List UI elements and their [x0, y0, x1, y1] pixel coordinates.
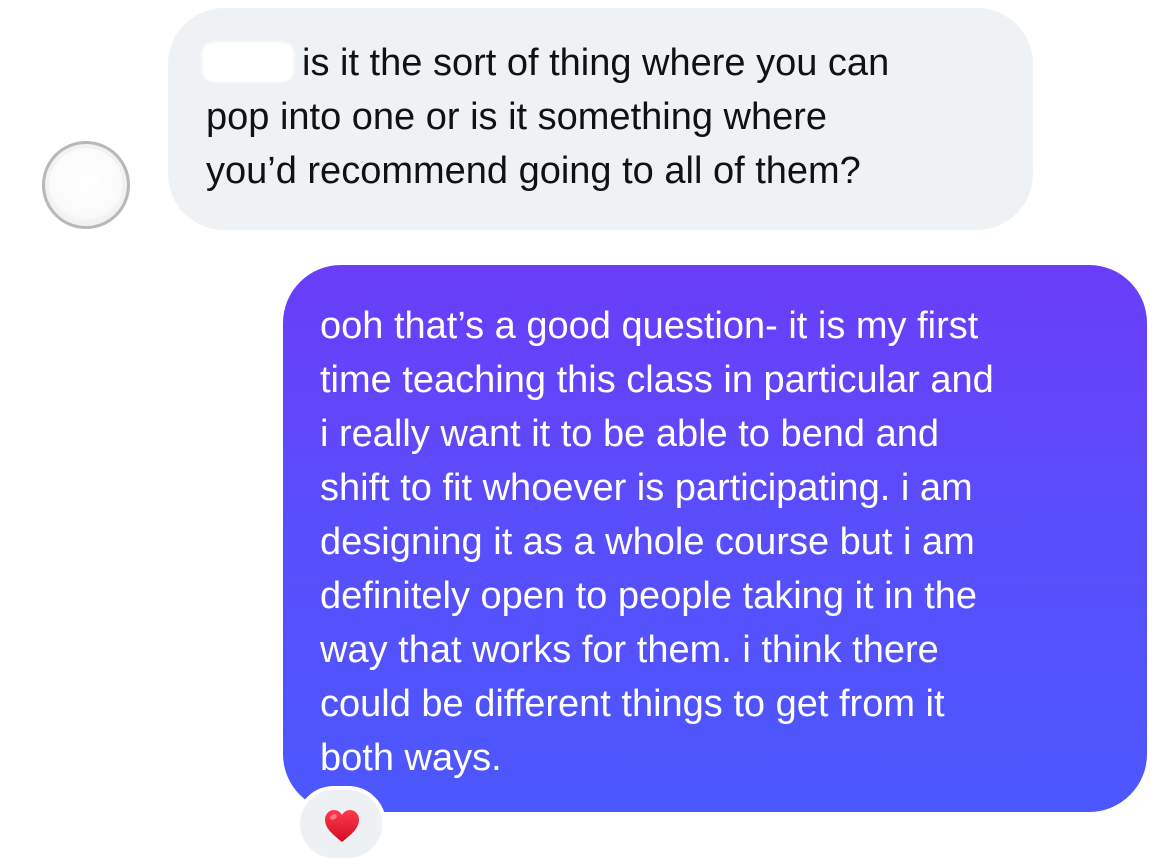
outgoing-line-5: designing it as a whole course but i am — [320, 521, 975, 563]
incoming-line-3: you’d recommend going to all of them? — [206, 150, 861, 192]
outgoing-line-8: could be different things to get from it — [320, 683, 945, 725]
outgoing-line-7: way that works for them. i think there — [320, 629, 939, 671]
sender-avatar[interactable] — [42, 141, 130, 229]
heart-icon — [325, 810, 359, 842]
outgoing-line-4: shift to fit whoever is participating. i… — [320, 467, 973, 509]
incoming-message-text: is it the sort of thing where you can po… — [206, 36, 1006, 198]
outgoing-line-1: ooh that’s a good question- it is my fir… — [320, 305, 979, 347]
outgoing-line-2: time teaching this class in particular a… — [320, 359, 994, 401]
outgoing-line-6: definitely open to people taking it in t… — [320, 575, 978, 617]
outgoing-line-3: i really want it to be able to bend and — [320, 413, 939, 455]
outgoing-line-9: both ways. — [320, 737, 502, 779]
outgoing-message-text: ooh that’s a good question- it is my fir… — [320, 299, 1135, 785]
incoming-line-1: is it the sort of thing where you can — [302, 42, 890, 84]
incoming-line-2: pop into one or is it something where — [206, 96, 828, 138]
